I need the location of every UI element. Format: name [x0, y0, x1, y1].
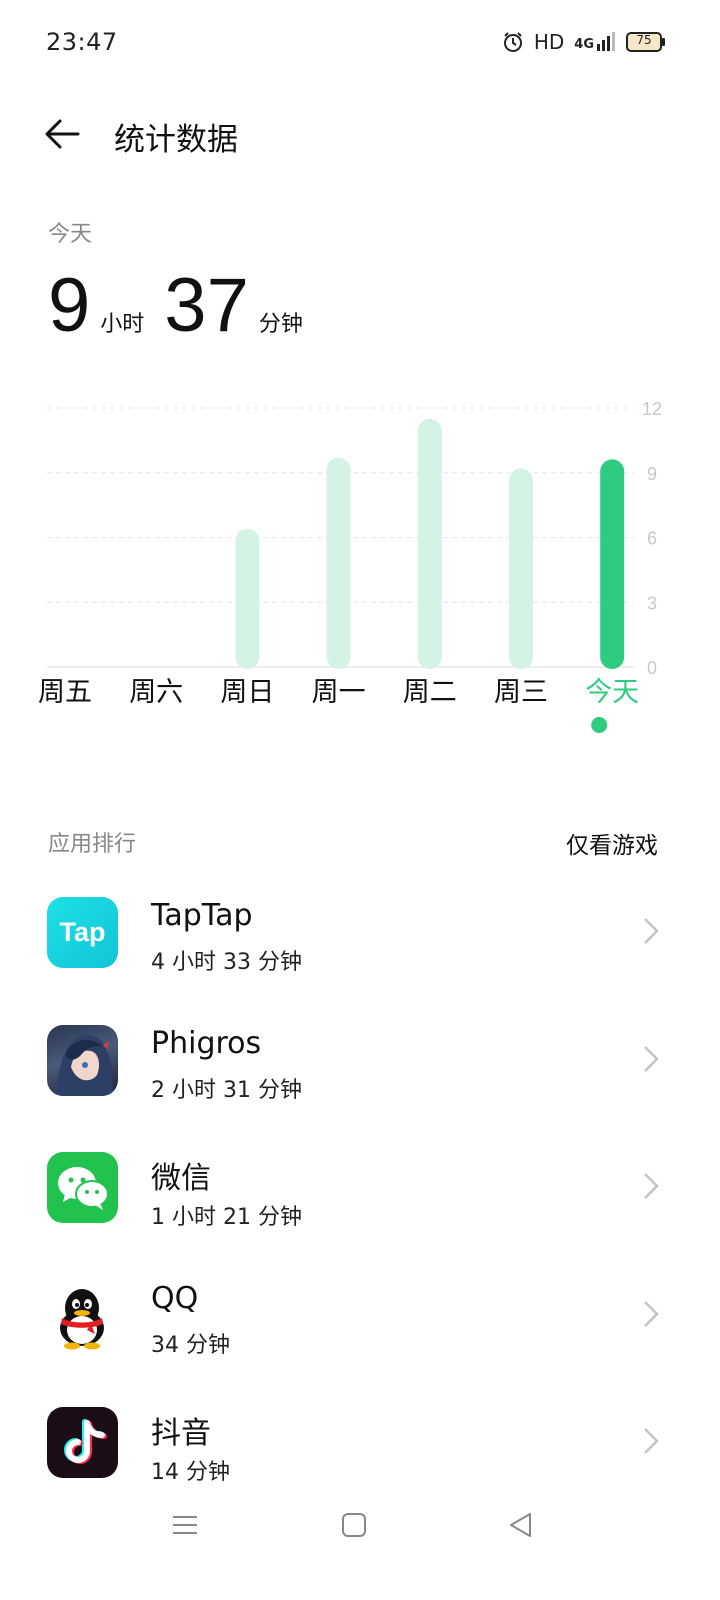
chevron-right-icon: [644, 1173, 659, 1199]
wechat-icon: [47, 1152, 118, 1223]
app-name: 微信: [151, 1161, 211, 1196]
minutes-unit: 分钟: [258, 312, 303, 337]
bar[interactable]: [235, 528, 260, 669]
page-title: 统计数据: [114, 122, 238, 158]
app-name: Phigros: [151, 1025, 262, 1061]
app-name: TapTap: [151, 898, 253, 933]
network-type: 4G: [574, 37, 594, 52]
total-usage: 9 小时 37 分钟: [48, 268, 323, 344]
ranking-label: 应用排行: [48, 832, 137, 857]
app-name: QQ: [151, 1280, 199, 1316]
y-tick-label: 12: [642, 399, 662, 419]
y-tick-label: 6: [647, 529, 657, 549]
bar[interactable]: [509, 468, 533, 669]
taptap-icon-text: Tap: [59, 917, 106, 947]
back-arrow-icon[interactable]: [42, 114, 82, 154]
x-tick-label[interactable]: 周三: [494, 677, 548, 708]
list-item[interactable]: 微信 1 小时 21 分钟: [0, 1123, 720, 1251]
douyin-icon: [47, 1407, 118, 1478]
back-triangle-icon[interactable]: [506, 1510, 536, 1540]
today-label: 今天: [48, 222, 93, 247]
bar-selected[interactable]: [600, 459, 625, 669]
chevron-right-icon: [644, 1300, 659, 1327]
chevron-right-icon: [644, 918, 659, 944]
app-usage-time: 4 小时 33 分钟: [151, 950, 302, 975]
selected-day-indicator: [591, 717, 608, 733]
app-usage-time: 2 小时 31 分钟: [151, 1077, 302, 1103]
bar[interactable]: [417, 418, 442, 669]
app-name: 抖音: [151, 1416, 211, 1451]
battery-level: 75: [636, 33, 652, 47]
y-tick-label: 0: [647, 658, 657, 678]
alarm-icon: [503, 32, 522, 52]
status-time: 23:47: [46, 28, 118, 56]
minutes-value: 37: [164, 263, 249, 348]
list-item[interactable]: Phigros 2 小时 31 分钟: [0, 996, 720, 1124]
status-bar: 23:47 HD 4G 75: [0, 0, 720, 86]
app-usage-time: 14 分钟: [151, 1460, 230, 1485]
bar[interactable]: [326, 457, 351, 669]
taptap-icon: Tap: [47, 897, 118, 968]
y-tick-label: 9: [647, 464, 657, 484]
hd-indicator: HD: [533, 30, 565, 54]
app-list: Tap TapTap 4 小时 33 分钟 Phigros 2 小时 31 分钟: [0, 868, 720, 1506]
y-tick-label: 3: [647, 593, 657, 613]
battery-icon: 75: [626, 32, 665, 52]
signal-icon: 4G: [574, 32, 616, 52]
x-tick-label[interactable]: 周五: [38, 677, 92, 708]
status-icons: HD 4G 75: [502, 30, 665, 54]
qq-icon: [47, 1279, 118, 1351]
x-tick-label[interactable]: 周一: [312, 677, 366, 708]
hours-value: 9: [48, 263, 91, 348]
games-only-button[interactable]: 仅看游戏: [566, 826, 658, 860]
chevron-right-icon: [644, 1428, 659, 1454]
menu-icon[interactable]: [170, 1510, 200, 1540]
x-tick-label[interactable]: 周二: [403, 677, 457, 708]
list-item[interactable]: QQ 34 分钟: [0, 1251, 720, 1379]
home-icon[interactable]: [339, 1510, 369, 1540]
app-usage-time: 34 分钟: [151, 1332, 230, 1358]
list-item[interactable]: 抖音 14 分钟: [0, 1378, 720, 1506]
usage-bar-chart: 12 9 6 3 0 周五 周六 周日 周一 周二 周三 今天: [38, 399, 662, 733]
app-usage-time: 1 小时 21 分钟: [151, 1205, 302, 1230]
system-nav-bar: [0, 1490, 720, 1560]
chevron-right-icon: [644, 1045, 659, 1072]
x-tick-label[interactable]: 今天: [585, 677, 639, 708]
x-tick-label[interactable]: 周六: [129, 677, 183, 708]
list-item[interactable]: Tap TapTap 4 小时 33 分钟: [0, 868, 720, 996]
x-tick-label[interactable]: 周日: [220, 677, 274, 708]
hours-unit: 小时: [100, 312, 145, 337]
phigros-icon: [47, 1024, 118, 1096]
